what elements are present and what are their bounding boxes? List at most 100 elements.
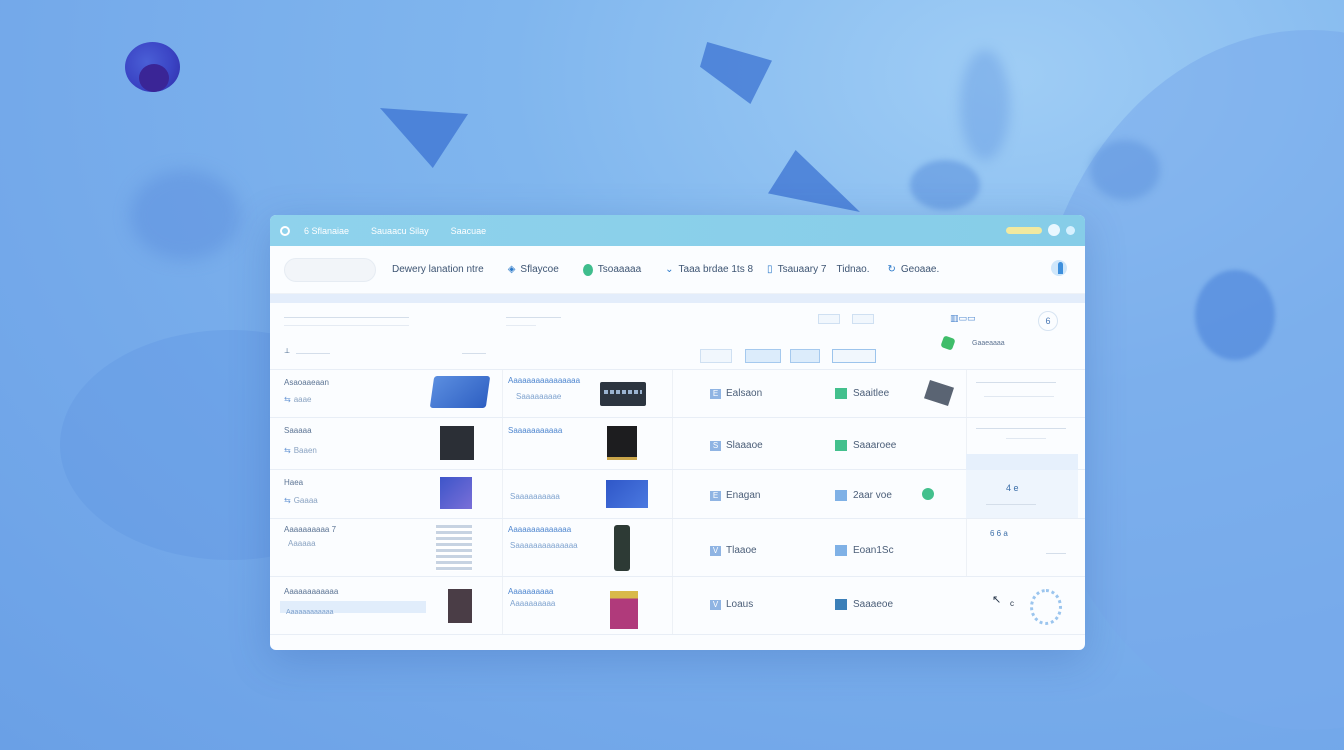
loading-spinner-icon — [1030, 589, 1062, 625]
product-image[interactable] — [440, 426, 474, 460]
row-sub: ⇆ aaae — [284, 395, 312, 404]
filter-box-selected[interactable] — [745, 349, 781, 363]
toolbar-item[interactable]: Dewery lanation ntre — [392, 264, 484, 275]
filter-box-selected[interactable] — [790, 349, 820, 363]
product-image[interactable] — [924, 380, 954, 406]
titlebar-tab[interactable]: Saacuae — [451, 226, 487, 236]
row-link[interactable]: Aaaaaaaaaa — [508, 587, 553, 596]
table-row[interactable]: Saaaaa ⇆ Baaen Saaaaaaaaaaa S Slaaaoe Saaa… — [270, 418, 1085, 470]
row-status: V Loaus — [710, 599, 753, 610]
row-sub: Aaaaaa — [288, 539, 316, 548]
filter-chip[interactable] — [818, 314, 840, 324]
leaf-icon — [940, 335, 956, 351]
row-link[interactable]: Saaaaaaaaaaa — [508, 426, 562, 435]
toolbar-item-label: Geoaae. — [900, 264, 940, 275]
filter-panel: ⊥ ▥▭▭ 6 Gaaeaaaa — [270, 303, 1085, 370]
sort-icon[interactable]: ⊥ — [284, 347, 290, 355]
filter-line — [462, 353, 486, 354]
background-shape — [1090, 140, 1160, 200]
filter-slider[interactable] — [506, 325, 536, 326]
row-tag: Saaaroee — [835, 440, 896, 451]
cursor-icon: ↖ — [992, 594, 1002, 606]
product-image[interactable] — [607, 426, 637, 460]
tag-swatch — [835, 440, 847, 451]
toolbar-item[interactable]: ◈ Sflaycoe — [508, 264, 559, 275]
pin-icon: ◈ — [507, 264, 516, 275]
user-avatar-icon[interactable] — [1048, 224, 1060, 236]
row-link[interactable]: Aaaaaaaaaaaaaa — [508, 525, 571, 534]
table-row[interactable]: Aaaaaaaaaaaa Aaaaaaaaaaaa Aaaaaaaaaa Aaa… — [270, 577, 1085, 635]
bag-icon: ▯ — [767, 264, 773, 275]
row-link-secondary[interactable]: Aaaaaaaaaa — [510, 599, 555, 608]
column-divider — [672, 470, 673, 518]
side-panel-cell — [966, 370, 1078, 417]
row-tag: Eoan1Sc — [835, 545, 894, 556]
column-divider — [672, 519, 673, 576]
product-image[interactable] — [436, 525, 472, 571]
filter-input[interactable] — [832, 349, 876, 363]
filter-chip[interactable] — [852, 314, 874, 324]
filter-box[interactable] — [700, 349, 732, 363]
settings-icon[interactable] — [1066, 225, 1075, 235]
status-pill — [1006, 226, 1042, 234]
row-status: V Tlaaoe — [710, 545, 757, 556]
status-icon: E — [710, 490, 721, 501]
toolbar-item-label: Tsoaaaaa — [597, 264, 642, 275]
row-name: Saaaaa — [284, 426, 312, 435]
product-image[interactable] — [448, 589, 472, 623]
search-input[interactable] — [284, 257, 376, 282]
row-link-secondary[interactable]: Saaaaaaaaaa — [510, 492, 560, 501]
toolbar-item[interactable]: ↻ Geoaae. — [887, 264, 939, 275]
product-image[interactable] — [429, 376, 491, 408]
column-divider — [502, 577, 503, 634]
row-name: Haea — [284, 478, 304, 487]
row-link-secondary[interactable]: Saaaaaaaaaaaaaa — [510, 541, 578, 550]
leaf-icon — [922, 488, 934, 500]
chart-toggle-icon[interactable] — [1047, 260, 1067, 276]
refresh-icon: ↻ — [887, 264, 896, 275]
row-link-secondary[interactable]: Saaaaaaaae — [516, 392, 561, 401]
background-shard — [768, 150, 860, 212]
titlebar-tab[interactable]: Sauaacu Silay — [371, 226, 429, 236]
table-row[interactable]: Asaoaaeaan ⇆ aaae Aaaaaaaaaaaaaaaa Saaaaa… — [270, 370, 1085, 418]
product-image[interactable] — [614, 525, 630, 571]
help-button[interactable]: 6 — [1038, 311, 1058, 331]
column-divider — [672, 577, 673, 634]
row-tag: Saaaeoe — [835, 599, 893, 610]
row-sub: ⇆ Baaen — [284, 446, 317, 455]
filter-slider[interactable] — [284, 325, 409, 326]
row-name: Aaaaaaaaaaaa — [284, 587, 339, 596]
row-link[interactable]: Aaaaaaaaaaaaaaaa — [508, 376, 580, 385]
column-divider — [672, 418, 673, 469]
product-image[interactable] — [610, 591, 638, 629]
table-row[interactable]: Haea ⇆ Gaaaa Saaaaaaaaaa E Enagan 2aar voe… — [270, 470, 1085, 519]
window-controls — [1006, 224, 1075, 236]
filter-slider[interactable] — [506, 317, 561, 318]
filter-line — [296, 353, 330, 354]
toolbar-item[interactable]: ⌄ Taaa brdae 1ts 8 — [665, 264, 753, 275]
filter-slider[interactable] — [284, 317, 409, 318]
app-window: 6 Sflanaiae Sauaacu Silay Saacuae Dewery… — [270, 215, 1085, 650]
product-image[interactable] — [606, 480, 648, 508]
row-progress-bar: Aaaaaaaaaaaa — [280, 601, 426, 616]
background-shape — [960, 50, 1010, 160]
grid-view-icon[interactable]: ▥▭▭ — [950, 313, 976, 324]
toolbar-item[interactable]: ▯ Tsauaary 7 — [767, 264, 826, 275]
titlebar-tab[interactable]: 6 Sflanaiae — [304, 226, 349, 236]
status-icon: S — [710, 440, 721, 451]
product-image[interactable] — [440, 477, 472, 509]
tag-swatch — [835, 545, 847, 556]
product-image[interactable] — [600, 382, 646, 406]
tag-swatch — [835, 599, 847, 610]
toolbar-item-label: Tsauaary 7 — [777, 264, 827, 275]
row-status: S Slaaaoe — [710, 440, 763, 451]
row-status: E Ealsaon — [710, 388, 762, 399]
status-icon: E — [710, 388, 721, 399]
background-shard — [380, 108, 468, 168]
toolbar-item[interactable]: Tsoaaaaa — [582, 263, 642, 276]
toolbar-item-label: Tidnao. — [836, 264, 870, 275]
toolbar-item-label: Dewery lanation ntre — [392, 264, 484, 275]
toolbar-item[interactable]: Tidnao. — [836, 264, 869, 275]
table-row[interactable]: Aaaaaaaaaa 7 Aaaaaa Aaaaaaaaaaaaaa Saaaa… — [270, 519, 1085, 577]
filter-label: Gaaeaaaa — [972, 340, 1005, 347]
